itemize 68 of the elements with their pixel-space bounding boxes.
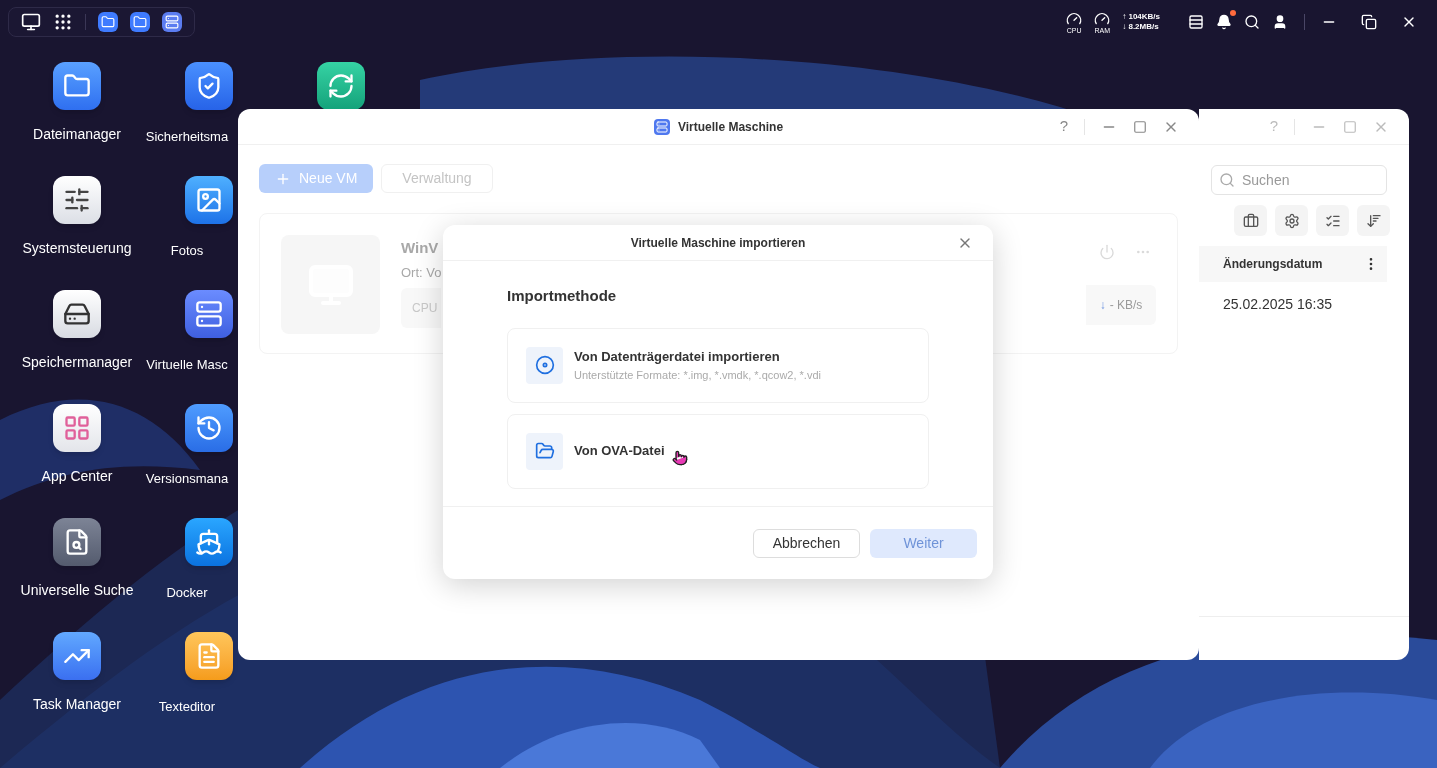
chart-icon[interactable] bbox=[53, 632, 101, 680]
folder-icon[interactable] bbox=[130, 12, 150, 32]
option-title: Von Datenträgerdatei importieren bbox=[574, 348, 781, 366]
restore-icon[interactable] bbox=[1361, 14, 1377, 30]
download-rate: ↓ 8.2MB/s bbox=[1122, 22, 1160, 32]
network-value: - KB/s bbox=[1109, 297, 1143, 314]
search-field[interactable]: Suchen bbox=[1211, 165, 1387, 195]
cpu-gauge-icon bbox=[1066, 10, 1083, 27]
app-label[interactable]: Sicherheitsma bbox=[145, 129, 229, 144]
app-label[interactable]: Texteditor bbox=[158, 699, 216, 714]
folder-icon bbox=[534, 441, 555, 461]
app-label[interactable]: Virtuelle Masc bbox=[146, 357, 228, 372]
toolbar-button[interactable] bbox=[1234, 205, 1267, 236]
ram-gauge-icon bbox=[1094, 10, 1111, 27]
vm-location: Ort: Vo bbox=[401, 263, 442, 282]
ship-icon[interactable] bbox=[185, 518, 233, 566]
import-option[interactable]: Von OVA-Datei bbox=[507, 413, 929, 489]
folder-icon[interactable] bbox=[53, 62, 101, 110]
app-label[interactable]: Speichermanager bbox=[21, 352, 133, 373]
maximize-icon[interactable] bbox=[1133, 119, 1147, 134]
briefcase-icon bbox=[1242, 212, 1259, 229]
download-arrow: ↓ bbox=[1099, 297, 1106, 314]
vm-name: WinV bbox=[401, 238, 440, 258]
toolbar-button[interactable] bbox=[1357, 205, 1390, 236]
search-icon bbox=[1219, 172, 1235, 188]
window-title: Virtuelle Maschine bbox=[677, 118, 784, 136]
app-label[interactable]: Dateimanager bbox=[33, 124, 121, 145]
cursor-icon bbox=[672, 449, 688, 466]
history-icon[interactable] bbox=[185, 404, 233, 452]
app-label[interactable]: Docker bbox=[166, 585, 208, 600]
date-cell-text: 25.02.2025 16:35 bbox=[1223, 295, 1333, 314]
toolbar-button[interactable] bbox=[1316, 205, 1349, 236]
option-title: Von OVA-Datei bbox=[574, 442, 665, 461]
disk-file-icon bbox=[534, 355, 555, 375]
server-icon[interactable] bbox=[185, 290, 233, 338]
folder-icon[interactable] bbox=[98, 12, 118, 32]
sliders-icon[interactable] bbox=[53, 176, 101, 224]
dialog-title: Virtuelle Maschine importieren bbox=[630, 234, 806, 252]
sort-icon bbox=[1365, 212, 1382, 229]
image-icon[interactable] bbox=[185, 176, 233, 224]
cancel-button[interactable]: Abbrechen bbox=[753, 528, 860, 558]
desktop-icon[interactable] bbox=[21, 12, 41, 32]
app-label[interactable]: Fotos bbox=[170, 243, 204, 258]
settings-icon bbox=[1283, 212, 1300, 229]
apps-grid-icon[interactable] bbox=[53, 12, 73, 32]
search-icon[interactable] bbox=[1244, 14, 1260, 30]
toolbar-button[interactable] bbox=[1275, 205, 1308, 236]
option-description: Unterstützte Formate: *.img, *.vmdk, *.qcow2, *.vdi bbox=[574, 367, 821, 383]
drive-icon[interactable] bbox=[53, 290, 101, 338]
sync-icon[interactable] bbox=[317, 62, 365, 110]
app-label[interactable]: Systemsteuerung bbox=[22, 238, 132, 259]
help-button[interactable]: ? bbox=[1059, 115, 1068, 138]
app-label[interactable]: Task Manager bbox=[33, 694, 121, 715]
app-label[interactable]: App Center bbox=[41, 466, 113, 487]
grid-icon[interactable] bbox=[53, 404, 101, 452]
file-search-icon[interactable] bbox=[53, 518, 101, 566]
note-icon[interactable] bbox=[185, 632, 233, 680]
import-option[interactable]: Von Datenträgerdatei importieren Unterstützte Formate: *.img, *.vmdk, *.qcow2, *.vdi bbox=[507, 327, 929, 403]
server-icon[interactable] bbox=[162, 12, 182, 32]
column-header[interactable]: Änderungsdatum bbox=[1199, 246, 1387, 282]
section-heading: Importmethode bbox=[507, 286, 618, 306]
app-icon bbox=[653, 118, 670, 135]
upload-rate: ↑ 104KB/s bbox=[1122, 12, 1160, 22]
user-icon[interactable] bbox=[1272, 14, 1288, 30]
app-label[interactable]: Versionsmana bbox=[145, 471, 229, 486]
app-label[interactable]: Universelle Suche bbox=[20, 580, 134, 601]
widgets-icon[interactable] bbox=[1188, 14, 1204, 30]
shield-icon[interactable] bbox=[185, 62, 233, 110]
